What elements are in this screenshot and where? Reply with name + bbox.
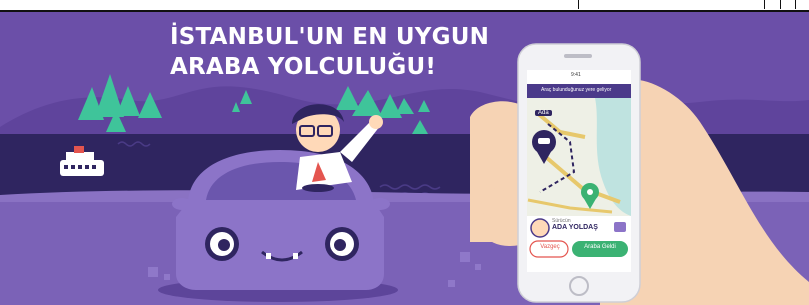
top-divider bbox=[0, 0, 809, 12]
phone-device bbox=[517, 43, 641, 303]
driver-name: ADA YOLDAŞ bbox=[552, 224, 598, 231]
headline-line-1: İSTANBUL'UN EN UYGUN bbox=[170, 24, 490, 50]
pickup-label: Ada bbox=[535, 110, 552, 116]
app-header-title: Araç bulunduğunuz yere geliyor bbox=[541, 87, 612, 93]
call-button[interactable]: Araba Geldi bbox=[572, 244, 628, 250]
headline: İSTANBUL'UN EN UYGUN ARABA YOLCULUĞU! bbox=[170, 22, 489, 82]
driver-avatar bbox=[530, 218, 550, 238]
status-time: 9:41 bbox=[571, 72, 581, 78]
headline-line-2: ARABA YOLCULUĞU! bbox=[170, 54, 437, 80]
chat-icon bbox=[614, 222, 626, 232]
cancel-button[interactable]: Vazgeç bbox=[531, 244, 569, 250]
app-banner: İSTANBUL'UN EN UYGUN ARABA YOLCULUĞU! 9:… bbox=[0, 0, 809, 305]
